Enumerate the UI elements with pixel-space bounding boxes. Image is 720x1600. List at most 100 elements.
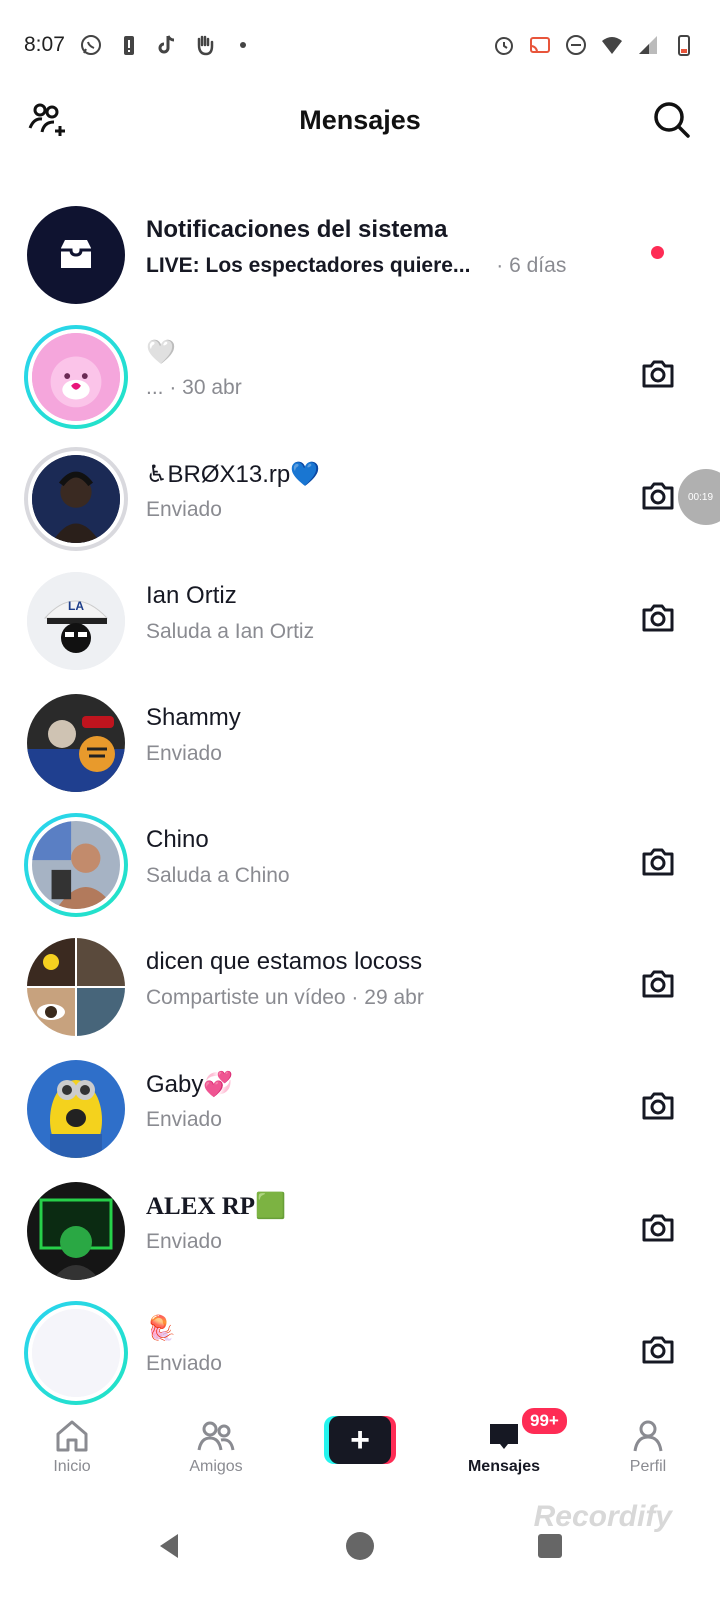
nav-item-inbox[interactable]: 99+ Mensajes (432, 1406, 576, 1492)
camera-icon[interactable] (638, 354, 678, 394)
notification-badge: 99+ (520, 1406, 569, 1436)
search-button[interactable] (648, 96, 696, 144)
conversation-preview: ... · 30 abr (146, 376, 242, 399)
preview-text: LIVE: Los espectadores quiere... (146, 254, 471, 277)
conversation-name: ALEX RP🟩 (146, 1193, 287, 1220)
conversation-name: Shammy (146, 704, 241, 731)
avatar[interactable] (24, 1057, 128, 1161)
unread-dot (651, 246, 664, 259)
selfie-avatar (32, 821, 120, 909)
svg-text:LA: LA (68, 599, 84, 613)
camera-icon[interactable] (638, 1330, 678, 1370)
list-item[interactable]: Shammy Enviado (0, 678, 720, 800)
wifi-icon (600, 33, 624, 57)
nav-item-friends[interactable]: Amigos (144, 1412, 288, 1492)
preview-time: · 6 días (496, 254, 567, 277)
profile-icon (633, 1420, 663, 1452)
battery-icon (672, 33, 696, 57)
conversation-list[interactable]: Notificaciones del sistema LIVE: Los esp… (0, 150, 720, 1412)
conversation-name: 🤍 (146, 339, 176, 366)
nav-item-profile[interactable]: Perfil (576, 1412, 720, 1492)
avatar[interactable] (24, 447, 128, 551)
nav-label: Perfil (629, 1458, 667, 1475)
avatar[interactable] (24, 935, 128, 1039)
battery-alert-icon (117, 33, 141, 57)
hand-icon (193, 33, 217, 57)
conversation-name: Chino (146, 826, 209, 853)
nav-item-create[interactable]: + (288, 1412, 432, 1492)
plus-icon: + (329, 1416, 391, 1464)
blank-avatar (32, 1309, 120, 1397)
list-item[interactable]: ♿BRØX13.rp💙 Enviado (0, 434, 720, 556)
cap-avatar: LA (27, 572, 125, 670)
conversation-preview: Enviado (146, 1108, 222, 1131)
inbox-icon (61, 240, 91, 268)
nav-label: Mensajes (467, 1458, 541, 1475)
conversation-preview: Enviado (146, 1230, 222, 1253)
nav-item-home[interactable]: Inicio (0, 1412, 144, 1492)
recordify-watermark: Recordify (533, 1500, 672, 1533)
camera-icon[interactable] (638, 598, 678, 638)
add-friends-button[interactable] (24, 96, 72, 144)
conversation-preview: Enviado (146, 742, 222, 765)
camera-icon[interactable] (638, 842, 678, 882)
search-icon (654, 102, 690, 138)
list-item-system-notifications[interactable]: Notificaciones del sistema LIVE: Los esp… (0, 190, 720, 312)
app-header: Mensajes (0, 90, 720, 150)
inbox-icon (490, 1424, 518, 1449)
signal-icon (636, 33, 660, 57)
home-icon (56, 1420, 88, 1452)
group-avatar (27, 938, 125, 1036)
conversation-preview: Enviado (146, 1352, 222, 1375)
camera-icon[interactable] (638, 476, 678, 516)
conversation-preview: Compartiste un vídeo · 29 abr (146, 986, 424, 1009)
conversation-name: Notificaciones del sistema (146, 216, 448, 243)
conversation-preview: LIVE: Los espectadores quiere... · 6 día… (146, 254, 566, 278)
nav-label: Inicio (53, 1458, 91, 1475)
conversation-name: 🪼 (146, 1315, 176, 1342)
list-item[interactable]: dicen que estamos locoss Compartiste un … (0, 922, 720, 1044)
avatar[interactable]: LA (24, 569, 128, 673)
list-item[interactable]: 🤍 ... · 30 abr (0, 312, 720, 434)
conversation-name: dicen que estamos locoss (146, 948, 423, 975)
list-item[interactable]: Gaby💞 Enviado (0, 1044, 720, 1166)
avatar[interactable] (24, 325, 128, 429)
list-item[interactable]: 🪼 Enviado (0, 1288, 720, 1410)
list-item[interactable]: LA Ian Ortiz Saluda a Ian Ortiz (0, 556, 720, 678)
list-item[interactable]: Chino Saluda a Chino (0, 800, 720, 922)
bottom-nav: Inicio Amigos + 99+ Mensajes Perfil (0, 1406, 720, 1492)
home-circle-icon[interactable] (340, 1526, 380, 1566)
dot-icon (231, 33, 255, 57)
camera-icon[interactable] (638, 1208, 678, 1248)
conversation-preview: Enviado (146, 498, 222, 521)
page-title: Mensajes (299, 104, 421, 135)
list-item[interactable]: ALEX RP🟩 Enviado (0, 1166, 720, 1288)
tiger-avatar (27, 694, 125, 792)
status-time: 8:07 (24, 33, 65, 56)
add-friends-icon (28, 103, 65, 136)
alarm-icon (492, 33, 516, 57)
status-bar: 8:07 (0, 0, 720, 90)
pink-bear-avatar (32, 333, 120, 421)
avatar[interactable] (24, 691, 128, 795)
avatar[interactable] (24, 1301, 128, 1405)
avatar[interactable] (24, 813, 128, 917)
camera-icon[interactable] (638, 964, 678, 1004)
tiktok-icon (155, 33, 179, 57)
avatar[interactable] (24, 1179, 128, 1283)
friends-icon (197, 1421, 235, 1451)
conversation-name: ♿BRØX13.rp💙 (146, 461, 321, 488)
green-avatar (27, 1182, 125, 1280)
dark-avatar (32, 455, 120, 543)
camera-icon[interactable] (638, 1086, 678, 1126)
dnd-icon (564, 33, 588, 57)
conversation-name: Gaby💞 (146, 1071, 234, 1098)
avatar (24, 203, 128, 307)
conversation-preview: Saluda a Ian Ortiz (146, 620, 315, 643)
conversation-name: Ian Ortiz (146, 582, 237, 609)
nav-label: Amigos (189, 1458, 243, 1475)
create-button[interactable]: + (324, 1416, 396, 1464)
list-item[interactable] (0, 150, 720, 180)
back-icon[interactable] (150, 1526, 190, 1566)
cast-icon (528, 33, 552, 57)
